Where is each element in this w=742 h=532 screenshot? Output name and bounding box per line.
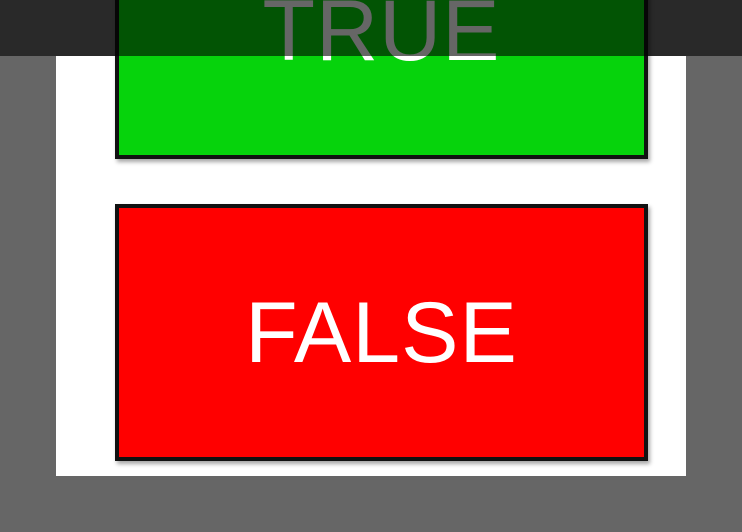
false-button[interactable]: FALSE: [115, 204, 648, 461]
true-button[interactable]: TRUE: [115, 0, 648, 159]
false-button-label: FALSE: [245, 284, 518, 381]
true-button-label: TRUE: [262, 0, 501, 79]
